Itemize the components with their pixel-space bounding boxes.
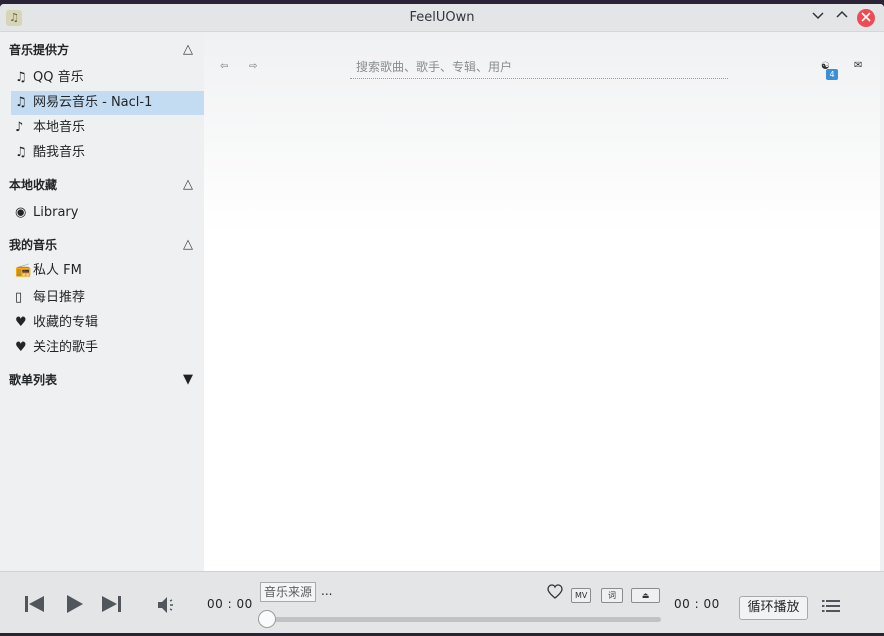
current-time: 00 : 00 [207,597,253,611]
provider-item-local[interactable]: ♪ 本地音乐 [11,116,204,140]
song-title: ... [321,584,333,598]
download-button[interactable]: ⏏ [631,588,660,603]
progress-slider-handle[interactable] [258,610,276,628]
heart-icon: ♥ [15,340,27,355]
playlist-button[interactable] [822,599,840,617]
my-music-header-label: 我的音乐 [9,238,58,252]
collection-item-label: Library [33,205,79,220]
my-music-header[interactable]: 我的音乐 △ [9,235,199,255]
forward-button[interactable]: ⇨ [249,61,257,72]
skip-next-icon [102,596,121,612]
heart-outline-icon [547,584,563,599]
provider-item-label: 网易云音乐 - Nacl-1 [33,95,153,110]
close-button[interactable] [857,9,875,27]
collapse-toggle-icon[interactable]: △ [183,40,193,60]
collections-header-label: 本地收藏 [9,178,58,192]
providers-header-label: 音乐提供方 [9,43,70,57]
provider-item-label: 本地音乐 [33,120,86,135]
chevron-up-icon [836,10,848,18]
music-note-icon: ♫ [15,70,27,85]
notification-badge: 4 [826,69,838,80]
my-music-item-label: 每日推荐 [33,290,86,305]
provider-item-kuwo[interactable]: ♫ 酷我音乐 [11,141,204,165]
mv-button[interactable]: MV [571,588,592,603]
my-music-item-label: 收藏的专辑 [33,315,99,330]
my-music-item-artists[interactable]: ♥ 关注的歌手 [11,336,204,360]
provider-item-label: QQ 音乐 [33,70,84,85]
collapse-toggle-icon[interactable]: △ [183,175,193,195]
play-mode-button[interactable]: 循环播放 [739,596,808,620]
maximize-button[interactable] [833,9,851,27]
music-note-icon: ♫ [15,145,27,160]
music-note-icon: ♪ [15,120,24,135]
main-content: ⇦ ⇨ ☯ 4 ✉ [204,33,880,571]
total-time: 00 : 00 [674,597,720,611]
player-bar: 00 : 00 音乐来源 ... MV 词 ⏏ 00 : 00 循环播放 [0,571,884,633]
playlists-header[interactable]: 歌单列表 ▼ [9,370,199,390]
provider-item-label: 酷我音乐 [33,145,86,160]
next-button[interactable] [100,594,122,618]
play-button[interactable] [65,593,85,619]
heart-icon: ♥ [15,315,27,330]
my-music-item-albums[interactable]: ♥ 收藏的专辑 [11,311,204,335]
progress-track[interactable] [266,617,661,622]
calendar-icon: ▯ [15,290,23,305]
my-music-item-fm[interactable]: 📻 私人 FM [11,259,204,283]
sidebar: 音乐提供方 △ ♫ QQ 音乐 ♫ 网易云音乐 - Nacl-1 ♪ 本地音乐 ♫ 酷我… [0,33,204,571]
provider-item-qq[interactable]: ♫ QQ 音乐 [11,66,204,90]
provider-item-netease[interactable]: ♫ 网易云音乐 - Nacl-1 [11,91,204,115]
search-input[interactable] [350,55,728,79]
app-window: ♫ FeelUOwn 音乐提供方 △ ♫ QQ 音乐 ♫ 网易云音乐 - Nacl-… [0,4,884,633]
radio-icon: 📻 [15,263,32,278]
list-icon [822,600,840,612]
volume-muted-icon [158,597,173,613]
minimize-button[interactable] [809,9,827,27]
my-music-item-label: 私人 FM [33,263,82,278]
favorite-button[interactable] [547,584,563,603]
download-icon: ⏏ [641,591,650,600]
expand-toggle-icon[interactable]: ▼ [183,370,193,390]
collections-header[interactable]: 本地收藏 △ [9,175,199,195]
collection-item-library[interactable]: ◉ Library [11,201,204,225]
radio-dot-icon: ◉ [15,205,27,220]
back-button[interactable]: ⇦ [220,61,228,72]
chevron-down-icon [812,12,824,20]
window-title: FeelUOwn [409,10,475,25]
playlists-header-label: 歌单列表 [9,373,58,387]
previous-button[interactable] [24,594,46,618]
skip-previous-icon [25,596,44,612]
my-music-item-label: 关注的歌手 [33,340,99,355]
lyric-button[interactable]: 词 [601,588,623,603]
my-music-item-daily[interactable]: ▯ 每日推荐 [11,286,204,310]
volume-button[interactable] [157,596,179,618]
mail-icon[interactable]: ✉ [854,60,862,71]
play-icon [67,595,83,613]
title-bar: ♫ FeelUOwn [0,4,884,32]
close-icon [861,12,871,22]
music-note-icon: ♫ [15,95,27,110]
collapse-toggle-icon[interactable]: △ [183,235,193,255]
music-source-button[interactable]: 音乐来源 [260,582,317,602]
providers-header[interactable]: 音乐提供方 △ [9,40,199,60]
